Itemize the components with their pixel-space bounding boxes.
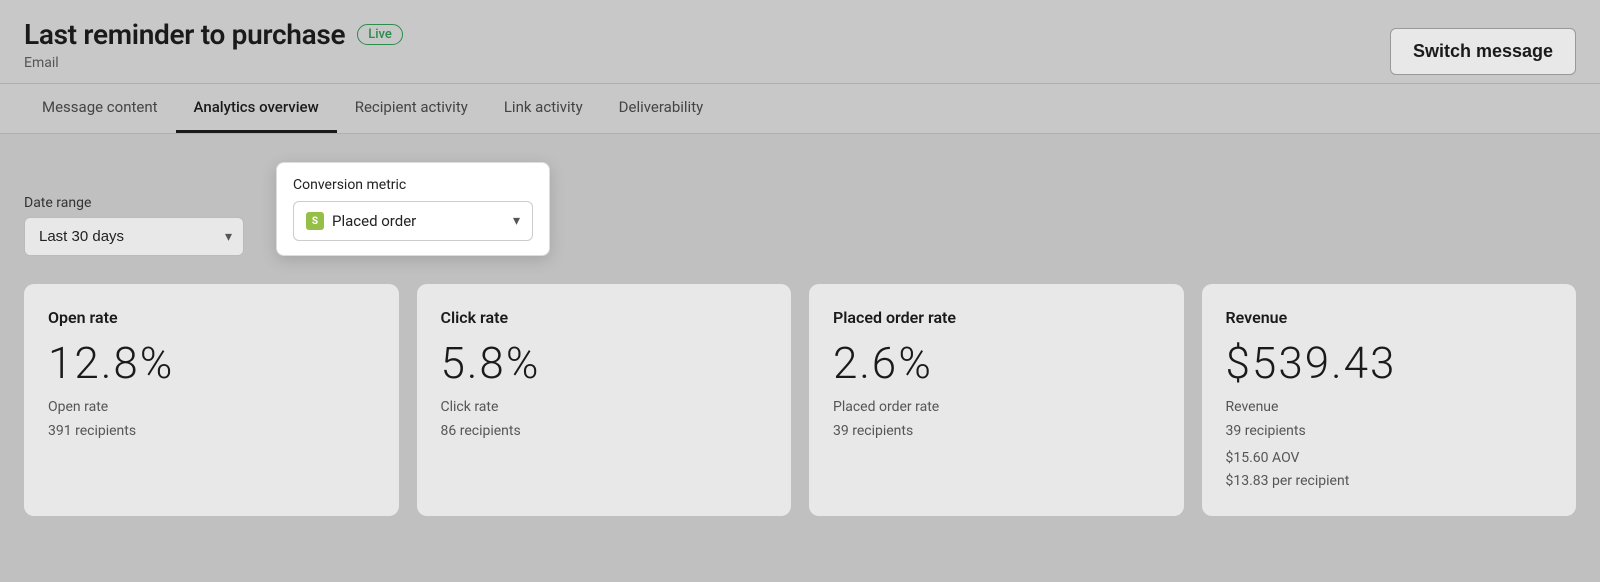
conversion-select-text: Placed order — [332, 212, 416, 230]
shopify-letter: S — [312, 216, 318, 227]
header-subtitle: Email — [24, 55, 403, 71]
date-range-select-wrapper: Last 7 days Last 30 days Last 90 days Al… — [24, 217, 244, 256]
switch-message-button[interactable]: Switch message — [1390, 28, 1576, 75]
tab-analytics-overview[interactable]: Analytics overview — [176, 84, 337, 133]
placed-order-rate-recipients: 39 recipients — [833, 423, 1160, 439]
placed-order-rate-card: Placed order rate 2.6% Placed order rate… — [809, 284, 1184, 516]
conversion-select-inner: S Placed order — [306, 212, 416, 230]
tabs-bar: Message content Analytics overview Recip… — [0, 84, 1600, 134]
revenue-value: $539.43 — [1226, 339, 1553, 387]
click-rate-sublabel: Click rate — [441, 399, 768, 415]
tab-link-activity[interactable]: Link activity — [486, 84, 601, 133]
open-rate-value: 12.8% — [48, 339, 375, 387]
placed-order-rate-value: 2.6% — [833, 339, 1160, 387]
filters-row: Date range Last 7 days Last 30 days Last… — [24, 162, 1576, 256]
revenue-card: Revenue $539.43 Revenue 39 recipients $1… — [1202, 284, 1577, 516]
shopify-icon: S — [306, 212, 324, 230]
placed-order-rate-sublabel: Placed order rate — [833, 399, 1160, 415]
header-left: Last reminder to purchase Live Email — [24, 18, 403, 83]
placed-order-rate-title: Placed order rate — [833, 308, 1160, 327]
page-title: Last reminder to purchase — [24, 18, 345, 51]
revenue-title: Revenue — [1226, 308, 1553, 327]
live-badge: Live — [357, 24, 403, 45]
revenue-sublabel: Revenue — [1226, 399, 1553, 415]
revenue-recipients: 39 recipients — [1226, 423, 1553, 439]
conversion-metric-select[interactable]: S Placed order ▾ — [293, 201, 533, 241]
open-rate-sublabel: Open rate — [48, 399, 375, 415]
header-title-row: Last reminder to purchase Live — [24, 18, 403, 51]
tab-message-content[interactable]: Message content — [24, 84, 176, 133]
main-content: Date range Last 7 days Last 30 days Last… — [0, 134, 1600, 582]
conversion-metric-dropdown: Conversion metric S Placed order ▾ — [276, 162, 550, 256]
date-range-label: Date range — [24, 195, 244, 211]
date-range-filter: Date range Last 7 days Last 30 days Last… — [24, 195, 244, 256]
open-rate-recipients: 391 recipients — [48, 423, 375, 439]
click-rate-title: Click rate — [441, 308, 768, 327]
header: Last reminder to purchase Live Email Swi… — [0, 0, 1600, 84]
page-wrapper: Last reminder to purchase Live Email Swi… — [0, 0, 1600, 582]
conversion-chevron-icon: ▾ — [513, 213, 520, 229]
tab-recipient-activity[interactable]: Recipient activity — [337, 84, 486, 133]
tab-deliverability[interactable]: Deliverability — [601, 84, 722, 133]
click-rate-value: 5.8% — [441, 339, 768, 387]
open-rate-title: Open rate — [48, 308, 375, 327]
click-rate-card: Click rate 5.8% Click rate 86 recipients — [417, 284, 792, 516]
conversion-metric-label: Conversion metric — [293, 177, 533, 193]
click-rate-recipients: 86 recipients — [441, 423, 768, 439]
metrics-grid: Open rate 12.8% Open rate 391 recipients… — [24, 284, 1576, 516]
open-rate-card: Open rate 12.8% Open rate 391 recipients — [24, 284, 399, 516]
revenue-extra: $15.60 AOV$13.83 per recipient — [1226, 447, 1553, 492]
date-range-select[interactable]: Last 7 days Last 30 days Last 90 days Al… — [24, 217, 244, 256]
